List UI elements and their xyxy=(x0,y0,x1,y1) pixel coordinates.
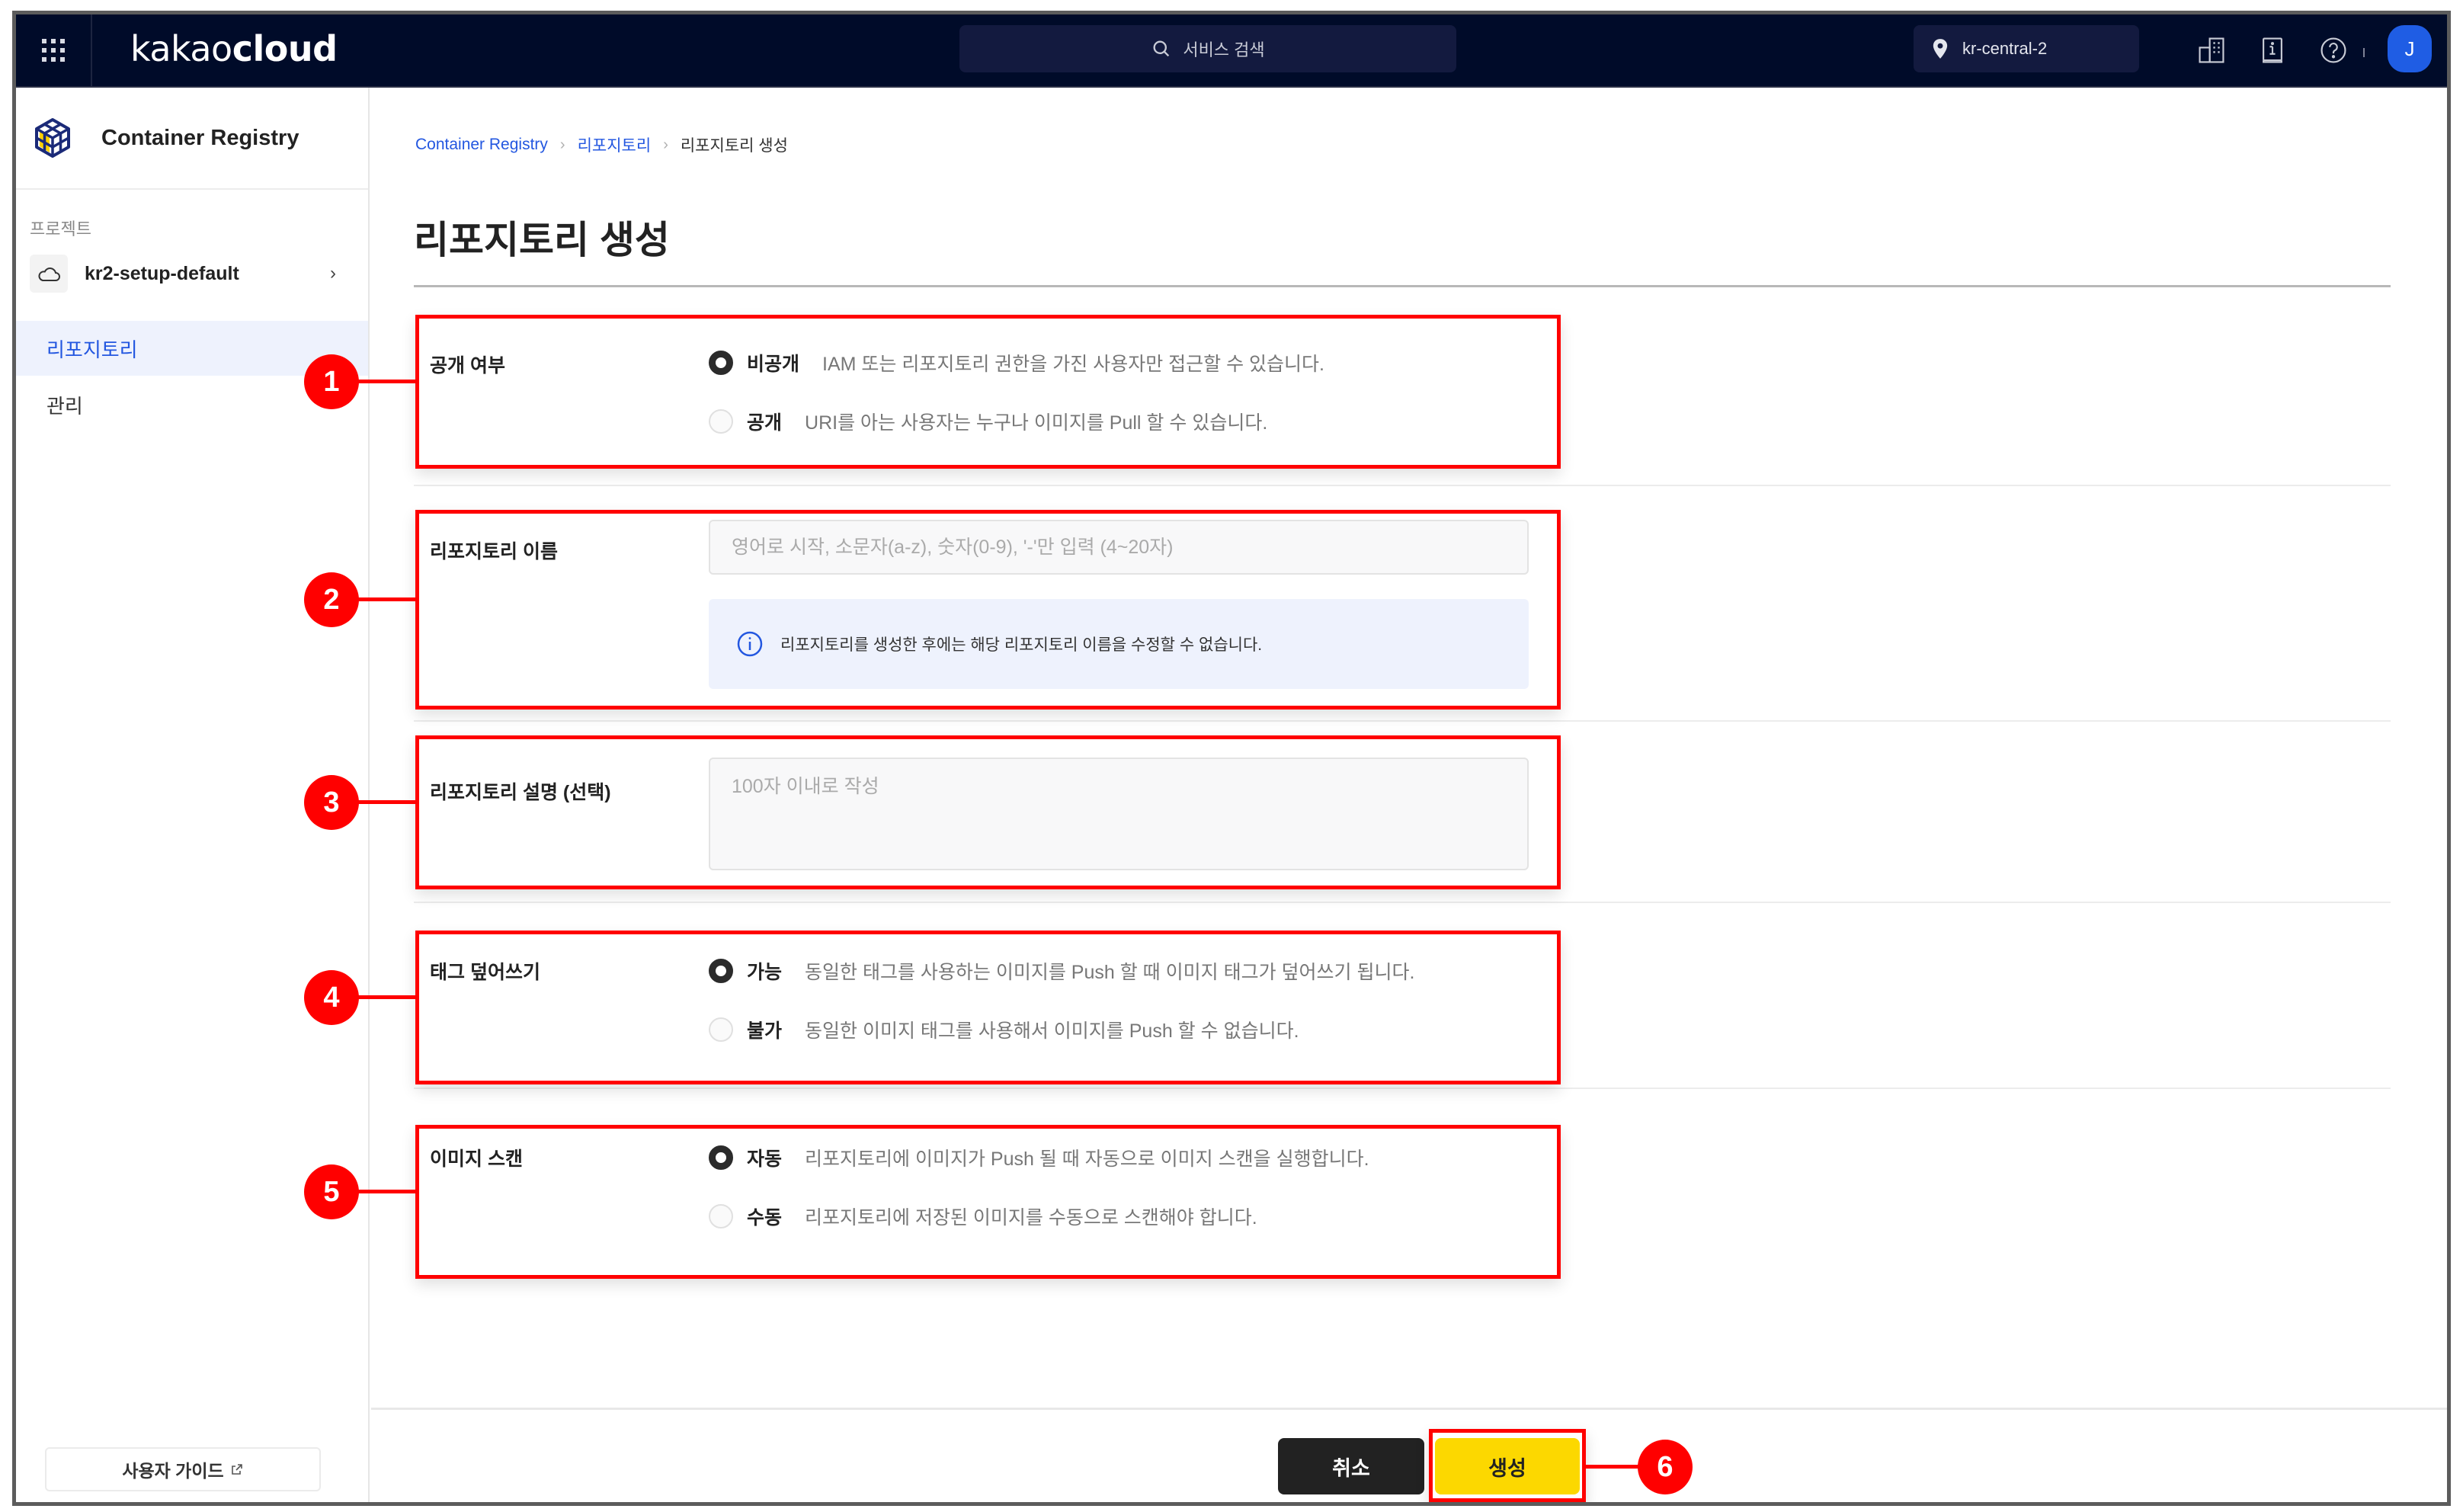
tag-overwrite-option-allow[interactable]: 가능 동일한 태그를 사용하는 이미지를 Push 할 때 이미지 태그가 덮어… xyxy=(709,957,1414,985)
docs-book-icon xyxy=(2263,37,2282,63)
annotation-marker-5: 5 xyxy=(304,1164,359,1219)
repository-name-input[interactable] xyxy=(709,520,1529,575)
project-icon-box xyxy=(30,255,68,293)
region-selector[interactable]: kr-central-2 xyxy=(1914,25,2139,72)
visibility-option-public[interactable]: 공개 URI를 아는 사용자는 누구나 이미지를 Pull 할 수 있습니다. xyxy=(709,408,1267,435)
app-window: kakaocloud 서비스 검색 kr-central-2 J Contain… xyxy=(12,11,2451,1506)
user-avatar[interactable]: J xyxy=(2388,25,2432,72)
create-button[interactable]: 생성 xyxy=(1435,1438,1580,1494)
tag-overwrite-section: 태그 덮어쓰기 가능 동일한 태그를 사용하는 이미지를 Push 할 때 이미… xyxy=(415,931,1561,1084)
option-label: 공개 xyxy=(747,412,783,434)
option-label: 수동 xyxy=(747,1207,783,1228)
container-registry-cube-icon xyxy=(35,118,70,158)
organization-building-icon xyxy=(2199,37,2224,63)
service-header: Container Registry xyxy=(16,88,368,190)
sidebar-item-label: 리포지토리 xyxy=(46,338,138,361)
breadcrumb-chevron-icon: › xyxy=(663,136,668,153)
logo-text-light: kakao xyxy=(130,28,232,69)
info-text: 리포지토리를 생성한 후에는 해당 리포지토리 이름을 수정할 수 없습니다. xyxy=(780,636,1263,654)
project-name: kr2-setup-default xyxy=(85,262,239,284)
image-scan-option-auto[interactable]: 자동 리포지토리에 이미지가 Push 될 때 자동으로 이미지 스캔을 실행합… xyxy=(709,1144,1369,1171)
breadcrumb-container-registry[interactable]: Container Registry xyxy=(415,136,548,154)
chevron-right-icon: › xyxy=(330,263,336,284)
visibility-label: 공개 여부 xyxy=(430,355,505,376)
apps-grid-icon xyxy=(42,39,65,62)
breadcrumb-repository[interactable]: 리포지토리 xyxy=(578,133,652,156)
annotation-marker-6: 6 xyxy=(1638,1440,1693,1494)
cancel-button[interactable]: 취소 xyxy=(1278,1438,1424,1494)
annotation-marker-1: 1 xyxy=(304,354,359,409)
option-description: IAM 또는 리포지토리 권한을 가진 사용자만 접근할 수 있습니다. xyxy=(822,354,1324,375)
apps-menu-button[interactable] xyxy=(16,14,92,86)
breadcrumb-chevron-icon: › xyxy=(559,136,565,153)
nav-divider xyxy=(2363,48,2365,57)
tag-overwrite-label: 태그 덮어쓰기 xyxy=(430,962,540,983)
service-title: Container Registry xyxy=(101,125,299,150)
info-circle-icon xyxy=(737,631,763,657)
section-divider xyxy=(414,720,2391,722)
radio-checked[interactable] xyxy=(709,1145,733,1170)
image-scan-option-manual[interactable]: 수동 리포지토리에 저장된 이미지를 수동으로 스캔해야 합니다. xyxy=(709,1203,1257,1230)
visibility-option-private[interactable]: 비공개 IAM 또는 리포지토리 권한을 가진 사용자만 접근할 수 있습니다. xyxy=(709,349,1324,376)
repository-description-section: 리포지토리 설명 (선택) xyxy=(415,735,1561,889)
option-description: 리포지토리에 저장된 이미지를 수동으로 스캔해야 합니다. xyxy=(805,1207,1257,1228)
project-section-label: 프로젝트 xyxy=(30,219,91,239)
radio-checked[interactable] xyxy=(709,959,733,983)
name-info-notice: 리포지토리를 생성한 후에는 해당 리포지토리 이름을 수정할 수 없습니다. xyxy=(709,599,1529,689)
title-divider xyxy=(414,285,2391,287)
repository-name-section: 리포지토리 이름 리포지토리를 생성한 후에는 해당 리포지토리 이름을 수정할… xyxy=(415,510,1561,710)
organization-button[interactable] xyxy=(2196,34,2228,66)
radio-unchecked[interactable] xyxy=(709,409,733,434)
option-description: 리포지토리에 이미지가 Push 될 때 자동으로 이미지 스캔을 실행합니다. xyxy=(805,1148,1369,1170)
tag-overwrite-option-deny[interactable]: 불가 동일한 이미지 태그를 사용해서 이미지를 Push 할 수 없습니다. xyxy=(709,1016,1299,1043)
section-divider xyxy=(414,485,2391,486)
option-description: 동일한 태그를 사용하는 이미지를 Push 할 때 이미지 태그가 덮어쓰기 … xyxy=(805,962,1415,983)
visibility-section: 공개 여부 비공개 IAM 또는 리포지토리 권한을 가진 사용자만 접근할 수… xyxy=(415,315,1561,469)
service-search-input[interactable]: 서비스 검색 xyxy=(959,25,1456,72)
section-divider xyxy=(414,1088,2391,1089)
annotation-marker-3: 3 xyxy=(304,775,359,830)
image-scan-section: 이미지 스캔 자동 리포지토리에 이미지가 Push 될 때 자동으로 이미지 … xyxy=(415,1125,1561,1279)
radio-unchecked[interactable] xyxy=(709,1017,733,1042)
region-name: kr-central-2 xyxy=(1962,39,2048,58)
kakaocloud-logo[interactable]: kakaocloud xyxy=(130,28,338,69)
repository-name-label: 리포지토리 이름 xyxy=(430,541,558,562)
cloud-icon xyxy=(38,267,60,281)
option-description: 동일한 이미지 태그를 사용해서 이미지를 Push 할 수 없습니다. xyxy=(805,1020,1299,1042)
option-label: 가능 xyxy=(747,962,783,983)
annotation-marker-2: 2 xyxy=(304,572,359,627)
help-circle-icon xyxy=(2320,37,2346,63)
external-link-icon xyxy=(231,1464,242,1475)
logo-text-bold: cloud xyxy=(232,28,338,69)
docs-button[interactable] xyxy=(2256,34,2288,66)
footer-divider xyxy=(371,1408,2447,1410)
section-divider xyxy=(414,902,2391,903)
annotation-marker-4: 4 xyxy=(304,970,359,1025)
option-label: 비공개 xyxy=(747,354,800,375)
user-guide-button[interactable]: 사용자 가이드 xyxy=(45,1447,321,1491)
repository-description-label: 리포지토리 설명 (선택) xyxy=(430,782,611,803)
main-content: Container Registry › 리포지토리 › 리포지토리 생성 리포… xyxy=(371,88,2447,1502)
help-button[interactable] xyxy=(2317,34,2349,66)
page-title: 리포지토리 생성 xyxy=(414,219,670,261)
sidebar-item-label: 관리 xyxy=(46,394,83,418)
option-description: URI를 아는 사용자는 누구나 이미지를 Pull 할 수 있습니다. xyxy=(805,412,1268,434)
breadcrumb: Container Registry › 리포지토리 › 리포지토리 생성 xyxy=(415,133,788,156)
search-icon xyxy=(1153,40,1170,57)
location-pin-icon xyxy=(1933,39,1948,59)
radio-unchecked[interactable] xyxy=(709,1204,733,1228)
image-scan-label: 이미지 스캔 xyxy=(430,1148,523,1170)
top-navigation-bar: kakaocloud 서비스 검색 kr-central-2 J xyxy=(16,14,2447,88)
option-label: 불가 xyxy=(747,1020,783,1042)
option-label: 자동 xyxy=(747,1148,783,1170)
breadcrumb-current: 리포지토리 생성 xyxy=(680,137,788,155)
project-selector[interactable]: kr2-setup-default › xyxy=(30,254,356,293)
search-placeholder: 서비스 검색 xyxy=(1183,40,1265,59)
repository-description-textarea[interactable] xyxy=(709,758,1529,870)
radio-checked[interactable] xyxy=(709,351,733,375)
user-guide-label: 사용자 가이드 xyxy=(122,1461,224,1481)
